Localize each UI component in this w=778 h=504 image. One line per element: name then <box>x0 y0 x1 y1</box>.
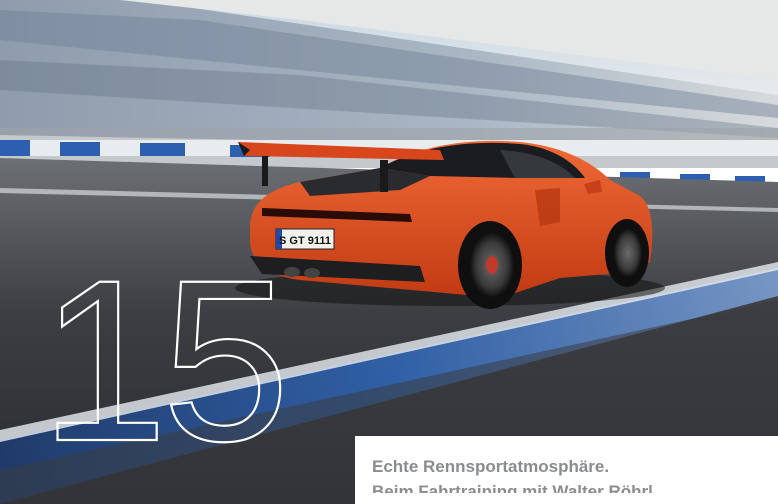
caption-line-2: Beim Fahrtraining mit Walter Röhrl. <box>372 482 658 493</box>
caption-line-1: Echte Rennsportatmosphäre. <box>372 457 610 476</box>
caption-box: Echte Rennsportatmosphäre. Beim Fahrtrai… <box>355 436 778 504</box>
big-number-text: 15 <box>40 232 284 489</box>
big-number-outline: 15 <box>39 231 291 490</box>
hero-banner[interactable]: S GT 9111 15 Echte Rennsportatmosphäre. … <box>0 0 778 504</box>
